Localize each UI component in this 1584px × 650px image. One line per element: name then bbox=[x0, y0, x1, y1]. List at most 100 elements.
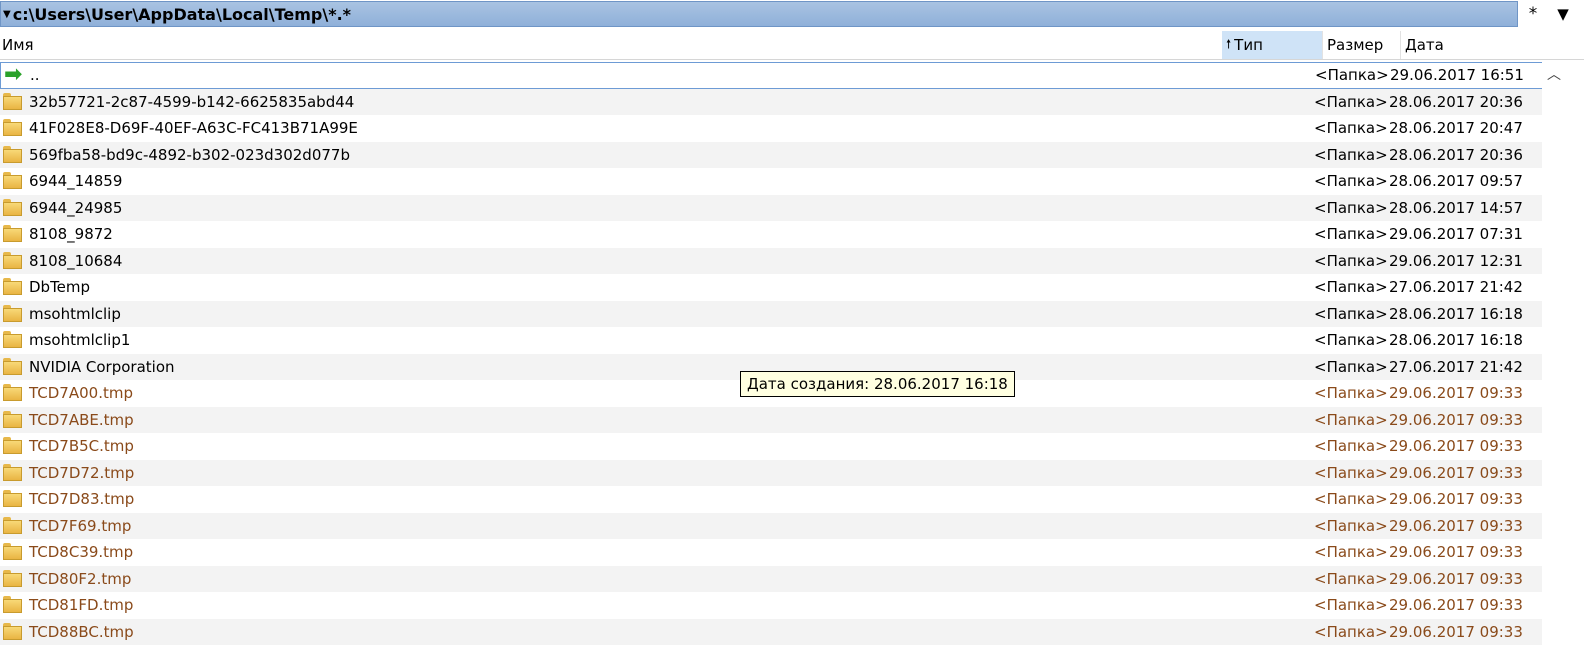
file-row[interactable]: 32b57721-2c87-4599-b142-6625835abd44 <Пап… bbox=[0, 88, 1556, 115]
file-size: <Папка> bbox=[1314, 463, 1388, 482]
file-name: 8108_10684 bbox=[29, 251, 123, 270]
path-dropdown-icon[interactable]: ▼ bbox=[3, 9, 11, 20]
column-date[interactable]: Дата bbox=[1400, 31, 1560, 59]
file-row[interactable]: msohtmlclip <Папка> 28.06.2017 16:18 bbox=[0, 300, 1556, 327]
file-row[interactable]: 6944_24985 <Папка> 28.06.2017 14:57 bbox=[0, 194, 1556, 221]
file-name: TCD81FD.tmp bbox=[29, 596, 134, 615]
file-date: 29.06.2017 09:33 bbox=[1389, 596, 1523, 615]
folder-icon bbox=[3, 463, 22, 481]
folder-icon bbox=[3, 331, 22, 348]
file-date: 29.06.2017 12:31 bbox=[1389, 251, 1523, 270]
file-name: TCD88BC.tmp bbox=[29, 622, 134, 641]
file-name: msohtmlclip bbox=[29, 304, 121, 323]
file-date: 29.06.2017 09:33 bbox=[1389, 516, 1523, 535]
filter-star-button[interactable]: * bbox=[1518, 0, 1548, 28]
file-name: TCD80F2.tmp bbox=[29, 569, 132, 588]
folder-icon bbox=[3, 172, 22, 189]
column-date-label: Дата bbox=[1405, 36, 1444, 54]
file-name: TCD7B5C.tmp bbox=[29, 437, 134, 456]
file-date: 29.06.2017 09:33 bbox=[1389, 569, 1523, 588]
file-size: <Папка> bbox=[1314, 569, 1388, 588]
chevron-up-icon[interactable]: ︿ bbox=[1542, 62, 1566, 86]
folder-icon bbox=[3, 543, 22, 560]
file-name: NVIDIA Corporation bbox=[29, 357, 175, 376]
parent-directory-row[interactable]: ➡.. <Папка> 29.06.2017 16:51 bbox=[0, 62, 1556, 89]
file-size: <Папка> bbox=[1314, 410, 1388, 429]
file-size: <Папка> bbox=[1315, 66, 1389, 85]
column-type-label: Тип bbox=[1234, 36, 1263, 54]
file-name: msohtmlclip1 bbox=[29, 331, 131, 350]
file-size: <Папка> bbox=[1314, 331, 1388, 350]
file-name: .. bbox=[30, 66, 40, 85]
file-date: 28.06.2017 14:57 bbox=[1389, 198, 1523, 217]
folder-icon bbox=[3, 490, 22, 507]
file-date: 27.06.2017 21:42 bbox=[1389, 357, 1523, 376]
folder-icon bbox=[3, 145, 22, 163]
file-date: 28.06.2017 20:36 bbox=[1389, 92, 1523, 111]
file-date: 29.06.2017 09:33 bbox=[1389, 410, 1523, 429]
file-date: 28.06.2017 16:18 bbox=[1389, 331, 1523, 350]
file-date: 29.06.2017 09:33 bbox=[1389, 490, 1523, 509]
file-row[interactable]: 569fba58-bd9c-4892-b302-023d302d077b <Пап… bbox=[0, 141, 1556, 168]
path-menu-button[interactable]: ▼ bbox=[1548, 0, 1578, 28]
file-row[interactable]: TCD8C39.tmp <Папка> 29.06.2017 09:33 bbox=[0, 539, 1556, 566]
file-date: 29.06.2017 09:33 bbox=[1389, 622, 1523, 641]
file-date: 27.06.2017 21:42 bbox=[1389, 278, 1523, 297]
file-row[interactable]: TCD88BC.tmp <Папка> 29.06.2017 09:33 bbox=[0, 618, 1556, 645]
file-size: <Папка> bbox=[1314, 384, 1388, 403]
file-size: <Папка> bbox=[1314, 198, 1388, 217]
file-row[interactable]: 8108_10684 <Папка> 29.06.2017 12:31 bbox=[0, 247, 1556, 274]
file-name: 41F028E8-D69F-40EF-A63C-FC413B71A99E bbox=[29, 119, 358, 138]
file-size: <Папка> bbox=[1314, 304, 1388, 323]
folder-icon bbox=[3, 304, 22, 322]
file-row[interactable]: msohtmlclip1 <Папка> 28.06.2017 16:18 bbox=[0, 327, 1556, 354]
tooltip-text: Дата создания: 28.06.2017 16:18 bbox=[747, 375, 1008, 393]
file-size: <Папка> bbox=[1314, 490, 1388, 509]
file-size: <Папка> bbox=[1314, 622, 1388, 641]
column-name[interactable]: Имя bbox=[0, 31, 1222, 59]
file-row[interactable]: TCD7B5C.tmp <Папка> 29.06.2017 09:33 bbox=[0, 433, 1556, 460]
file-row[interactable]: TCD7D83.tmp <Папка> 29.06.2017 09:33 bbox=[0, 486, 1556, 513]
file-row[interactable]: 41F028E8-D69F-40EF-A63C-FC413B71A99E <Пап… bbox=[0, 115, 1556, 142]
file-row[interactable]: TCD7F69.tmp <Папка> 29.06.2017 09:33 bbox=[0, 512, 1556, 539]
column-size-label: Размер bbox=[1327, 36, 1384, 54]
vertical-scrollbar[interactable]: ︿ bbox=[1542, 62, 1566, 650]
file-list[interactable]: ➡.. <Папка> 29.06.2017 16:51 32b57721-2c87-… bbox=[0, 62, 1556, 650]
column-size[interactable]: Размер bbox=[1322, 31, 1400, 59]
file-name: TCD7A00.tmp bbox=[29, 384, 133, 403]
file-name: TCD8C39.tmp bbox=[29, 543, 134, 562]
path-text: c:\Users\User\AppData\Local\Temp\*.* bbox=[12, 4, 352, 24]
file-name: 6944_14859 bbox=[29, 172, 123, 191]
file-row[interactable]: 6944_14859 <Папка> 28.06.2017 09:57 bbox=[0, 168, 1556, 195]
column-type[interactable]: 🠕 Тип bbox=[1222, 31, 1322, 59]
file-date: 29.06.2017 09:33 bbox=[1389, 463, 1523, 482]
file-row[interactable]: TCD80F2.tmp <Папка> 29.06.2017 09:33 bbox=[0, 565, 1556, 592]
folder-icon bbox=[3, 569, 22, 587]
file-row[interactable]: TCD7D72.tmp <Папка> 29.06.2017 09:33 bbox=[0, 459, 1556, 486]
file-row[interactable]: DbTemp <Папка> 27.06.2017 21:42 bbox=[0, 274, 1556, 301]
file-name: TCD7D83.tmp bbox=[29, 490, 135, 509]
file-size: <Папка> bbox=[1314, 278, 1388, 297]
file-row[interactable]: 8108_9872 <Папка> 29.06.2017 07:31 bbox=[0, 221, 1556, 248]
file-size: <Папка> bbox=[1314, 543, 1388, 562]
file-name: DbTemp bbox=[29, 278, 91, 297]
folder-icon bbox=[3, 596, 22, 613]
file-size: <Папка> bbox=[1314, 596, 1388, 615]
file-name: TCD7ABE.tmp bbox=[29, 410, 134, 429]
file-size: <Папка> bbox=[1314, 92, 1388, 111]
folder-icon bbox=[3, 410, 22, 428]
file-size: <Папка> bbox=[1314, 516, 1388, 535]
file-name: 6944_24985 bbox=[29, 198, 123, 217]
file-size: <Папка> bbox=[1314, 145, 1388, 164]
file-row[interactable]: TCD7ABE.tmp <Папка> 29.06.2017 09:33 bbox=[0, 406, 1556, 433]
folder-icon bbox=[3, 92, 22, 110]
file-date: 28.06.2017 20:36 bbox=[1389, 145, 1523, 164]
file-size: <Папка> bbox=[1314, 357, 1388, 376]
file-row[interactable]: TCD81FD.tmp <Папка> 29.06.2017 09:33 bbox=[0, 592, 1556, 619]
file-size: <Папка> bbox=[1314, 172, 1388, 191]
path-field[interactable]: ▼ c:\Users\User\AppData\Local\Temp\*.* bbox=[0, 1, 1518, 27]
file-name: 569fba58-bd9c-4892-b302-023d302d077b bbox=[29, 145, 350, 164]
file-date: 28.06.2017 20:47 bbox=[1389, 119, 1523, 138]
file-date: 29.06.2017 09:33 bbox=[1389, 437, 1523, 456]
folder-icon bbox=[3, 119, 22, 136]
